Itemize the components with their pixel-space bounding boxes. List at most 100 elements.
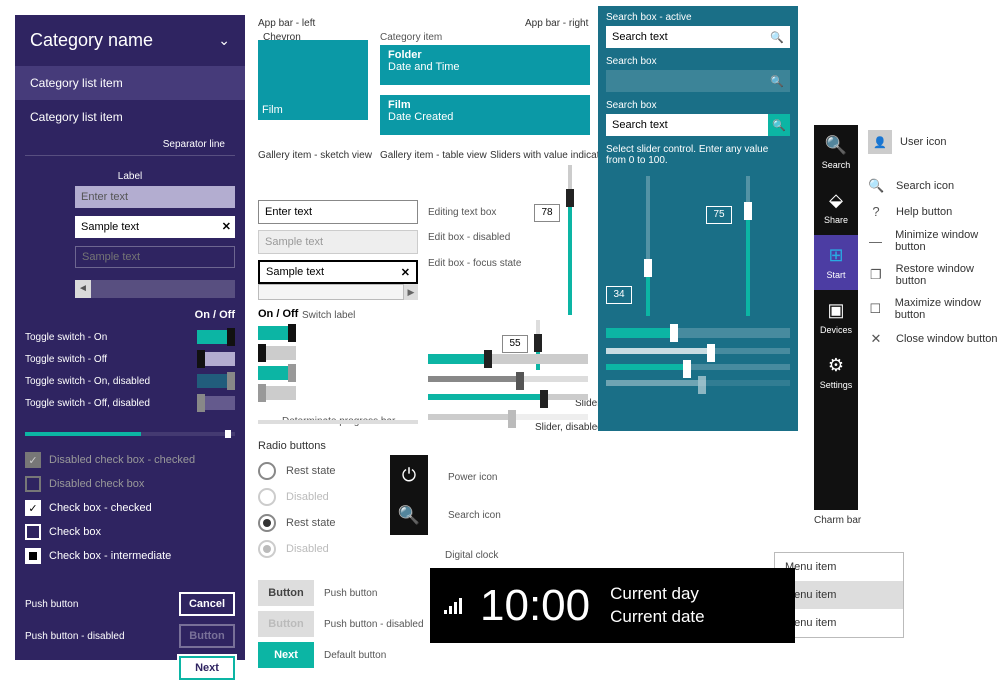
app-bar-left: Category name ⌄ Category list item Categ… [15, 15, 245, 660]
folder-title: Folder [388, 49, 422, 61]
power-icon[interactable]: ⏻ [402, 465, 416, 486]
charm-settings[interactable]: ⚙Settings [814, 345, 858, 400]
category-header[interactable]: Category name ⌄ [15, 15, 245, 66]
legend-label: Minimize window button [895, 229, 1005, 253]
checkbox-label: Disabled check box [49, 478, 144, 490]
scroll-track[interactable] [91, 280, 235, 298]
category-list-item[interactable]: Category list item [15, 66, 245, 100]
film-label: Film [262, 104, 283, 116]
radio-rest[interactable] [258, 462, 276, 480]
checkbox-label: Check box - intermediate [49, 550, 171, 562]
charm-label: Settings [820, 380, 853, 390]
search-box-accent[interactable]: Search text🔍 [606, 114, 790, 136]
toggle-off-disabled [258, 386, 296, 400]
vertical-slider[interactable] [746, 176, 750, 316]
textbox-filled[interactable] [75, 216, 235, 238]
slider-value: 55 [502, 335, 528, 353]
checkbox[interactable] [25, 524, 41, 540]
user-icon-label: User icon [900, 136, 946, 148]
checkbox-intermediate[interactable] [25, 548, 41, 564]
digital-clock-label: Digital clock [445, 550, 498, 561]
scroll-control[interactable]: ▶ [258, 284, 418, 300]
progress-bar [25, 432, 235, 436]
toggle-on[interactable] [197, 330, 235, 344]
onoff-header: On / Off [258, 308, 298, 320]
checkbox-label: Disabled check box - checked [49, 454, 195, 466]
legend-label: Help button [896, 206, 952, 218]
radio-label: Rest state [286, 465, 336, 477]
scroll-left-icon[interactable]: ◄ [75, 280, 91, 298]
search-box[interactable]: 🔍 [606, 70, 790, 92]
horizontal-slider[interactable] [428, 376, 588, 382]
charm-label: Devices [820, 325, 852, 335]
cancel-button[interactable]: Cancel [179, 592, 235, 616]
icon-panel: ⏻ 🔍 [390, 455, 428, 535]
folder-item[interactable]: FolderDate and Time [380, 45, 590, 85]
horizontal-slider[interactable] [428, 354, 588, 364]
horizontal-slider[interactable] [428, 394, 588, 400]
toggle-on-disabled [197, 374, 235, 388]
search-icon[interactable]: 🔍 [770, 31, 784, 44]
folder-subtitle: Date and Time [388, 61, 460, 73]
category-item-label: Category item [380, 32, 442, 43]
sliders-value-label: Sliders with value indicator [490, 150, 608, 161]
search-icon[interactable]: 🔍 [398, 505, 420, 526]
charm-start[interactable]: ⊞Start [814, 235, 858, 290]
charm-devices[interactable]: ▣Devices [814, 290, 858, 345]
vertical-slider[interactable] [568, 165, 572, 315]
toggle-off[interactable] [197, 352, 235, 366]
vertical-slider[interactable] [646, 176, 650, 316]
default-button[interactable]: Next [258, 642, 314, 668]
film-item[interactable]: FilmDate Created [380, 95, 590, 135]
disabled-button: Button [179, 624, 235, 648]
film-title: Film [388, 99, 411, 111]
scroll-right-icon[interactable]: ▶ [404, 284, 418, 300]
charm-label: Start [826, 270, 845, 280]
textbox-outline[interactable] [75, 246, 235, 268]
legend-label: Restore window button [896, 263, 1005, 287]
clear-icon[interactable]: ✕ [222, 220, 231, 233]
radio-label: Rest state [286, 517, 336, 529]
edit-box[interactable]: Enter text [258, 200, 418, 224]
category-list-item[interactable]: Category list item [15, 100, 245, 134]
search-box-active[interactable]: Search text🔍 [606, 26, 790, 48]
push-button[interactable]: Button [258, 580, 314, 606]
horizontal-slider[interactable] [606, 348, 790, 354]
determinate-progress [258, 420, 418, 424]
appbar-right-label: App bar - right [525, 18, 588, 29]
app-bar-right: Search box - active Search text🔍 Search … [598, 6, 798, 431]
search-icon: 🔍 [868, 178, 884, 194]
clear-icon[interactable]: ✕ [401, 266, 410, 279]
search-icon[interactable]: 🔍 [770, 75, 784, 88]
searchbox-label: Search box [606, 56, 790, 67]
textbox-placeholder[interactable] [75, 186, 235, 208]
switch-label: Switch label [302, 310, 355, 321]
horizontal-slider[interactable] [606, 364, 790, 370]
checkbox-disabled [25, 476, 41, 492]
chevron-down-icon: ⌄ [218, 32, 230, 49]
next-button[interactable]: Next [179, 656, 235, 680]
checkbox-checked[interactable] [25, 500, 41, 516]
legend-label: Close window button [896, 333, 998, 345]
toggle-on[interactable] [258, 326, 296, 340]
search-button[interactable]: 🔍 [768, 114, 790, 136]
radio-checked[interactable] [258, 514, 276, 532]
push-button-disabled: Button [258, 611, 314, 637]
charm-share[interactable]: ⬙Share [814, 180, 858, 235]
gallery-sketch[interactable]: Film [258, 40, 368, 120]
radio-label: Disabled [286, 491, 329, 503]
gallery-table-label: Gallery item - table view [380, 150, 487, 161]
button-label: Default button [324, 650, 386, 661]
horizontal-slider-disabled [428, 414, 588, 420]
toggle-off[interactable] [258, 346, 296, 360]
charm-search[interactable]: 🔍Search [814, 125, 858, 180]
scroll-track[interactable] [258, 284, 404, 300]
edit-box-focus[interactable]: Sample text✕ [258, 260, 418, 284]
digital-clock: 10:00 Current dayCurrent date [430, 568, 795, 643]
button-label: Push button [25, 599, 78, 610]
horizontal-slider[interactable] [606, 328, 790, 338]
edit-text: Sample text [265, 236, 323, 248]
clock-date: Current date [610, 606, 705, 628]
share-icon: ⬙ [829, 190, 843, 211]
scroll-control[interactable]: ◄ [75, 280, 235, 298]
